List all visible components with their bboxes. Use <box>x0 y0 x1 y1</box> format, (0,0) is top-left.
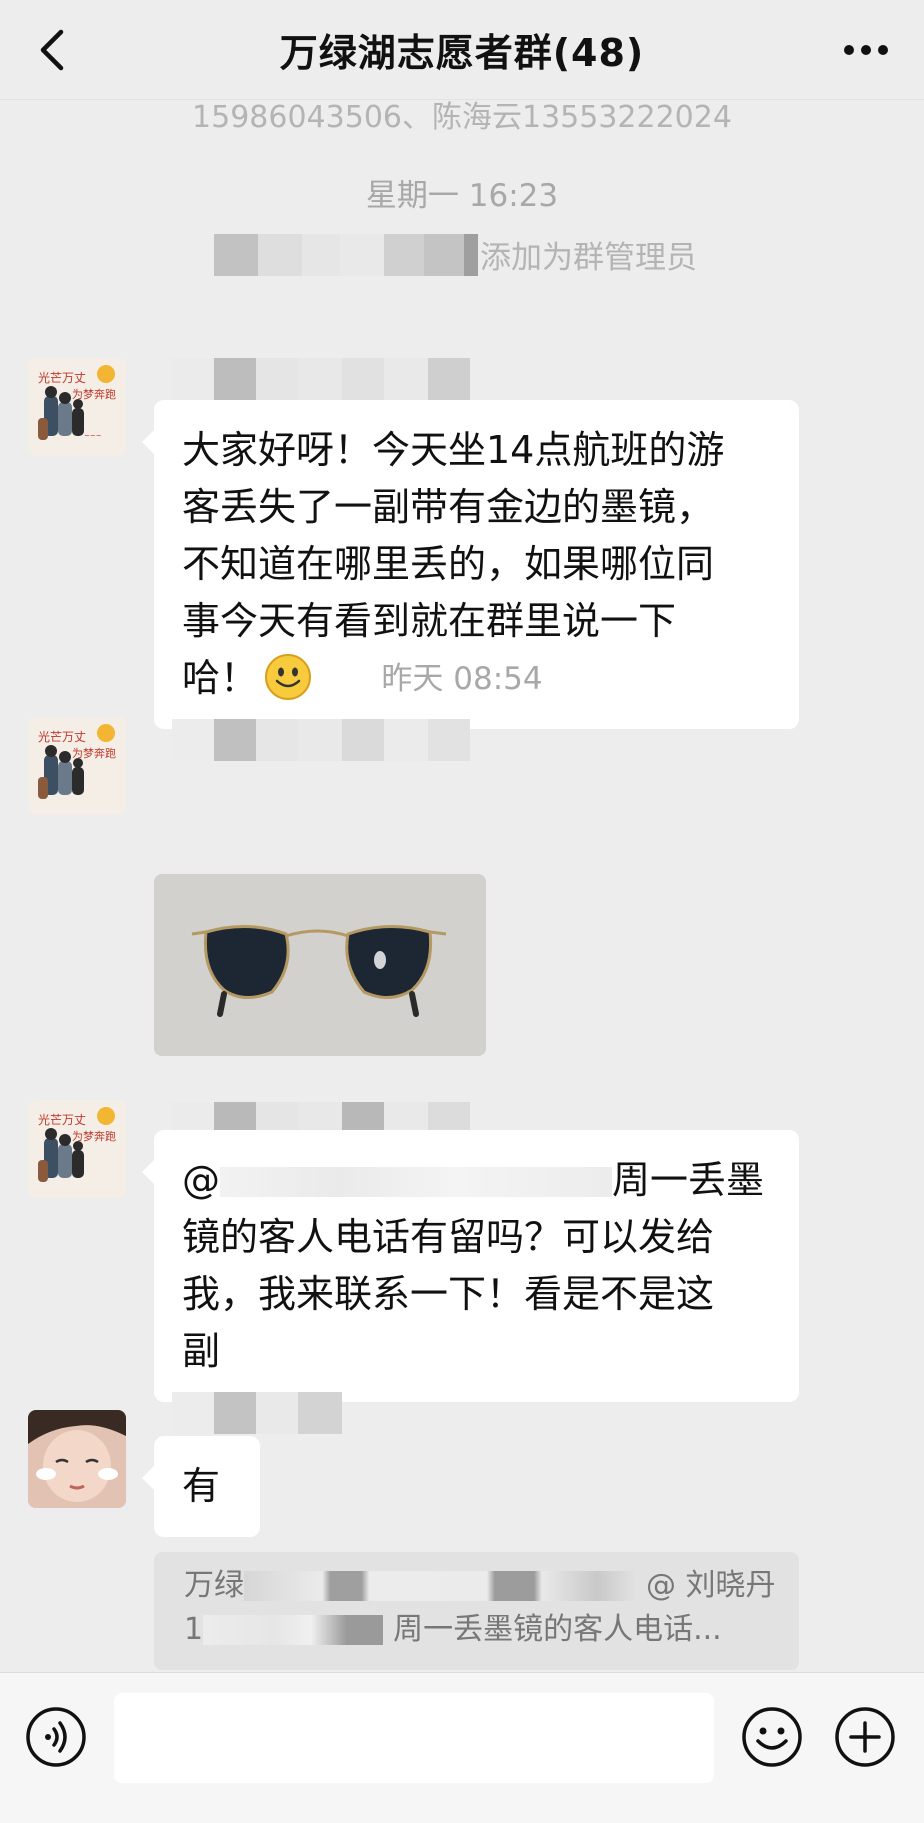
message-line: @ 周一丢墨 <box>182 1152 771 1209</box>
group-avatar-image: 光芒万丈 为梦奔跑 <box>28 1100 126 1198</box>
chat-title: 万绿湖志愿者群(48) <box>279 31 645 75</box>
quoted-message[interactable]: 万绿 @ 刘晓丹 1 周一丢墨镜的客人电话... <box>154 1552 799 1670</box>
group-avatar-image: 光芒万丈 为梦奔跑 ~~~ <box>28 358 126 456</box>
message-line: 我，我来联系一下！看是不是这 <box>182 1272 715 1316</box>
quote-line: 1 周一丢墨镜的客人电话... <box>184 1608 769 1652</box>
svg-text:为梦奔跑: 为梦奔跑 <box>72 387 116 401</box>
svg-text:光芒万丈: 光芒万丈 <box>38 1112 86 1127</box>
sunglasses-photo[interactable] <box>154 874 486 1056</box>
timestamp-yesterday: 昨天 08:54 <box>381 661 543 697</box>
voice-icon <box>26 1707 86 1767</box>
emoji-button[interactable] <box>740 1705 804 1769</box>
avatar[interactable] <box>28 1410 126 1508</box>
message-bubble[interactable]: @ 周一丢墨 镜的客人电话有留吗？可以发给 我，我来联系一下！看是不是这 副 <box>142 1130 799 1402</box>
input-bar <box>0 1672 924 1823</box>
quote-line-2-start: 1 <box>184 1612 204 1647</box>
message-line: 镜的客人电话有留吗？可以发给 <box>182 1215 715 1259</box>
message-line: 不知道在哪里丢的，如果哪位同 <box>182 542 715 586</box>
quote-line-1-end: @ 刘晓丹 <box>646 1568 776 1603</box>
blurred-name <box>214 234 478 276</box>
svg-text:~~~: ~~~ <box>84 432 102 440</box>
admin-text: 添加为群管理员 <box>480 240 697 276</box>
back-button[interactable] <box>28 26 76 74</box>
blurred-mention <box>203 1615 384 1645</box>
chat-messages[interactable]: 15986043506、陈海云13553222024 星期一 16:23 添加为… <box>0 100 924 1672</box>
group-avatar-image: 光芒万丈 为梦奔跑 <box>28 717 126 815</box>
plus-button[interactable] <box>833 1705 897 1769</box>
sunglasses-image <box>154 874 486 1056</box>
quote-line-1-start: 万绿 <box>184 1568 244 1603</box>
emoji-icon <box>742 1707 802 1767</box>
message-bubble[interactable]: 有 <box>142 1436 260 1537</box>
message-line: 有 <box>182 1464 221 1508</box>
mention-at: @ <box>182 1158 220 1202</box>
avatar[interactable]: 光芒万丈 为梦奔跑 ~~~ <box>28 358 126 456</box>
admin-system-message: 添加为群管理员 <box>0 232 924 276</box>
svg-text:光芒万丈: 光芒万丈 <box>38 370 86 385</box>
avatar[interactable]: 光芒万丈 为梦奔跑 <box>28 1100 126 1198</box>
message-line: 事今天有看到就在群里说一下 <box>182 599 677 643</box>
more-dots-icon <box>844 45 888 55</box>
chat-header: 万绿湖志愿者群(48) <box>0 0 924 100</box>
avatar[interactable]: 光芒万丈 为梦奔跑 <box>28 717 126 815</box>
message-line: 客丢失了一副带有金边的墨镜， <box>182 485 715 529</box>
partial-system-message: 15986043506、陈海云13553222024 <box>192 100 732 135</box>
quote-line: 万绿 @ 刘晓丹 <box>184 1564 776 1608</box>
message-line-1-end: 周一丢墨 <box>612 1158 765 1202</box>
blurred-nickname <box>172 1392 342 1434</box>
svg-text:为梦奔跑: 为梦奔跑 <box>72 1129 116 1143</box>
blurred-mention <box>220 1167 612 1197</box>
blurred-nickname <box>172 358 470 400</box>
blurred-sender <box>244 1571 636 1601</box>
timestamp-monday: 星期一 16:23 <box>365 178 559 214</box>
quote-line-2-end: 周一丢墨镜的客人电话... <box>393 1612 722 1647</box>
svg-text:为梦奔跑: 为梦奔跑 <box>72 746 116 760</box>
plus-icon <box>835 1707 895 1767</box>
more-button[interactable] <box>834 26 898 74</box>
voice-button[interactable] <box>24 1705 88 1769</box>
user-avatar-image <box>28 1410 126 1508</box>
chevron-left-icon <box>40 29 64 71</box>
message-line: 副 <box>182 1329 221 1373</box>
blurred-nickname <box>172 719 470 761</box>
message-input[interactable] <box>114 1693 714 1783</box>
svg-text:光芒万丈: 光芒万丈 <box>38 729 86 744</box>
message-line: 大家好呀！今天坐14点航班的游 <box>182 428 725 472</box>
